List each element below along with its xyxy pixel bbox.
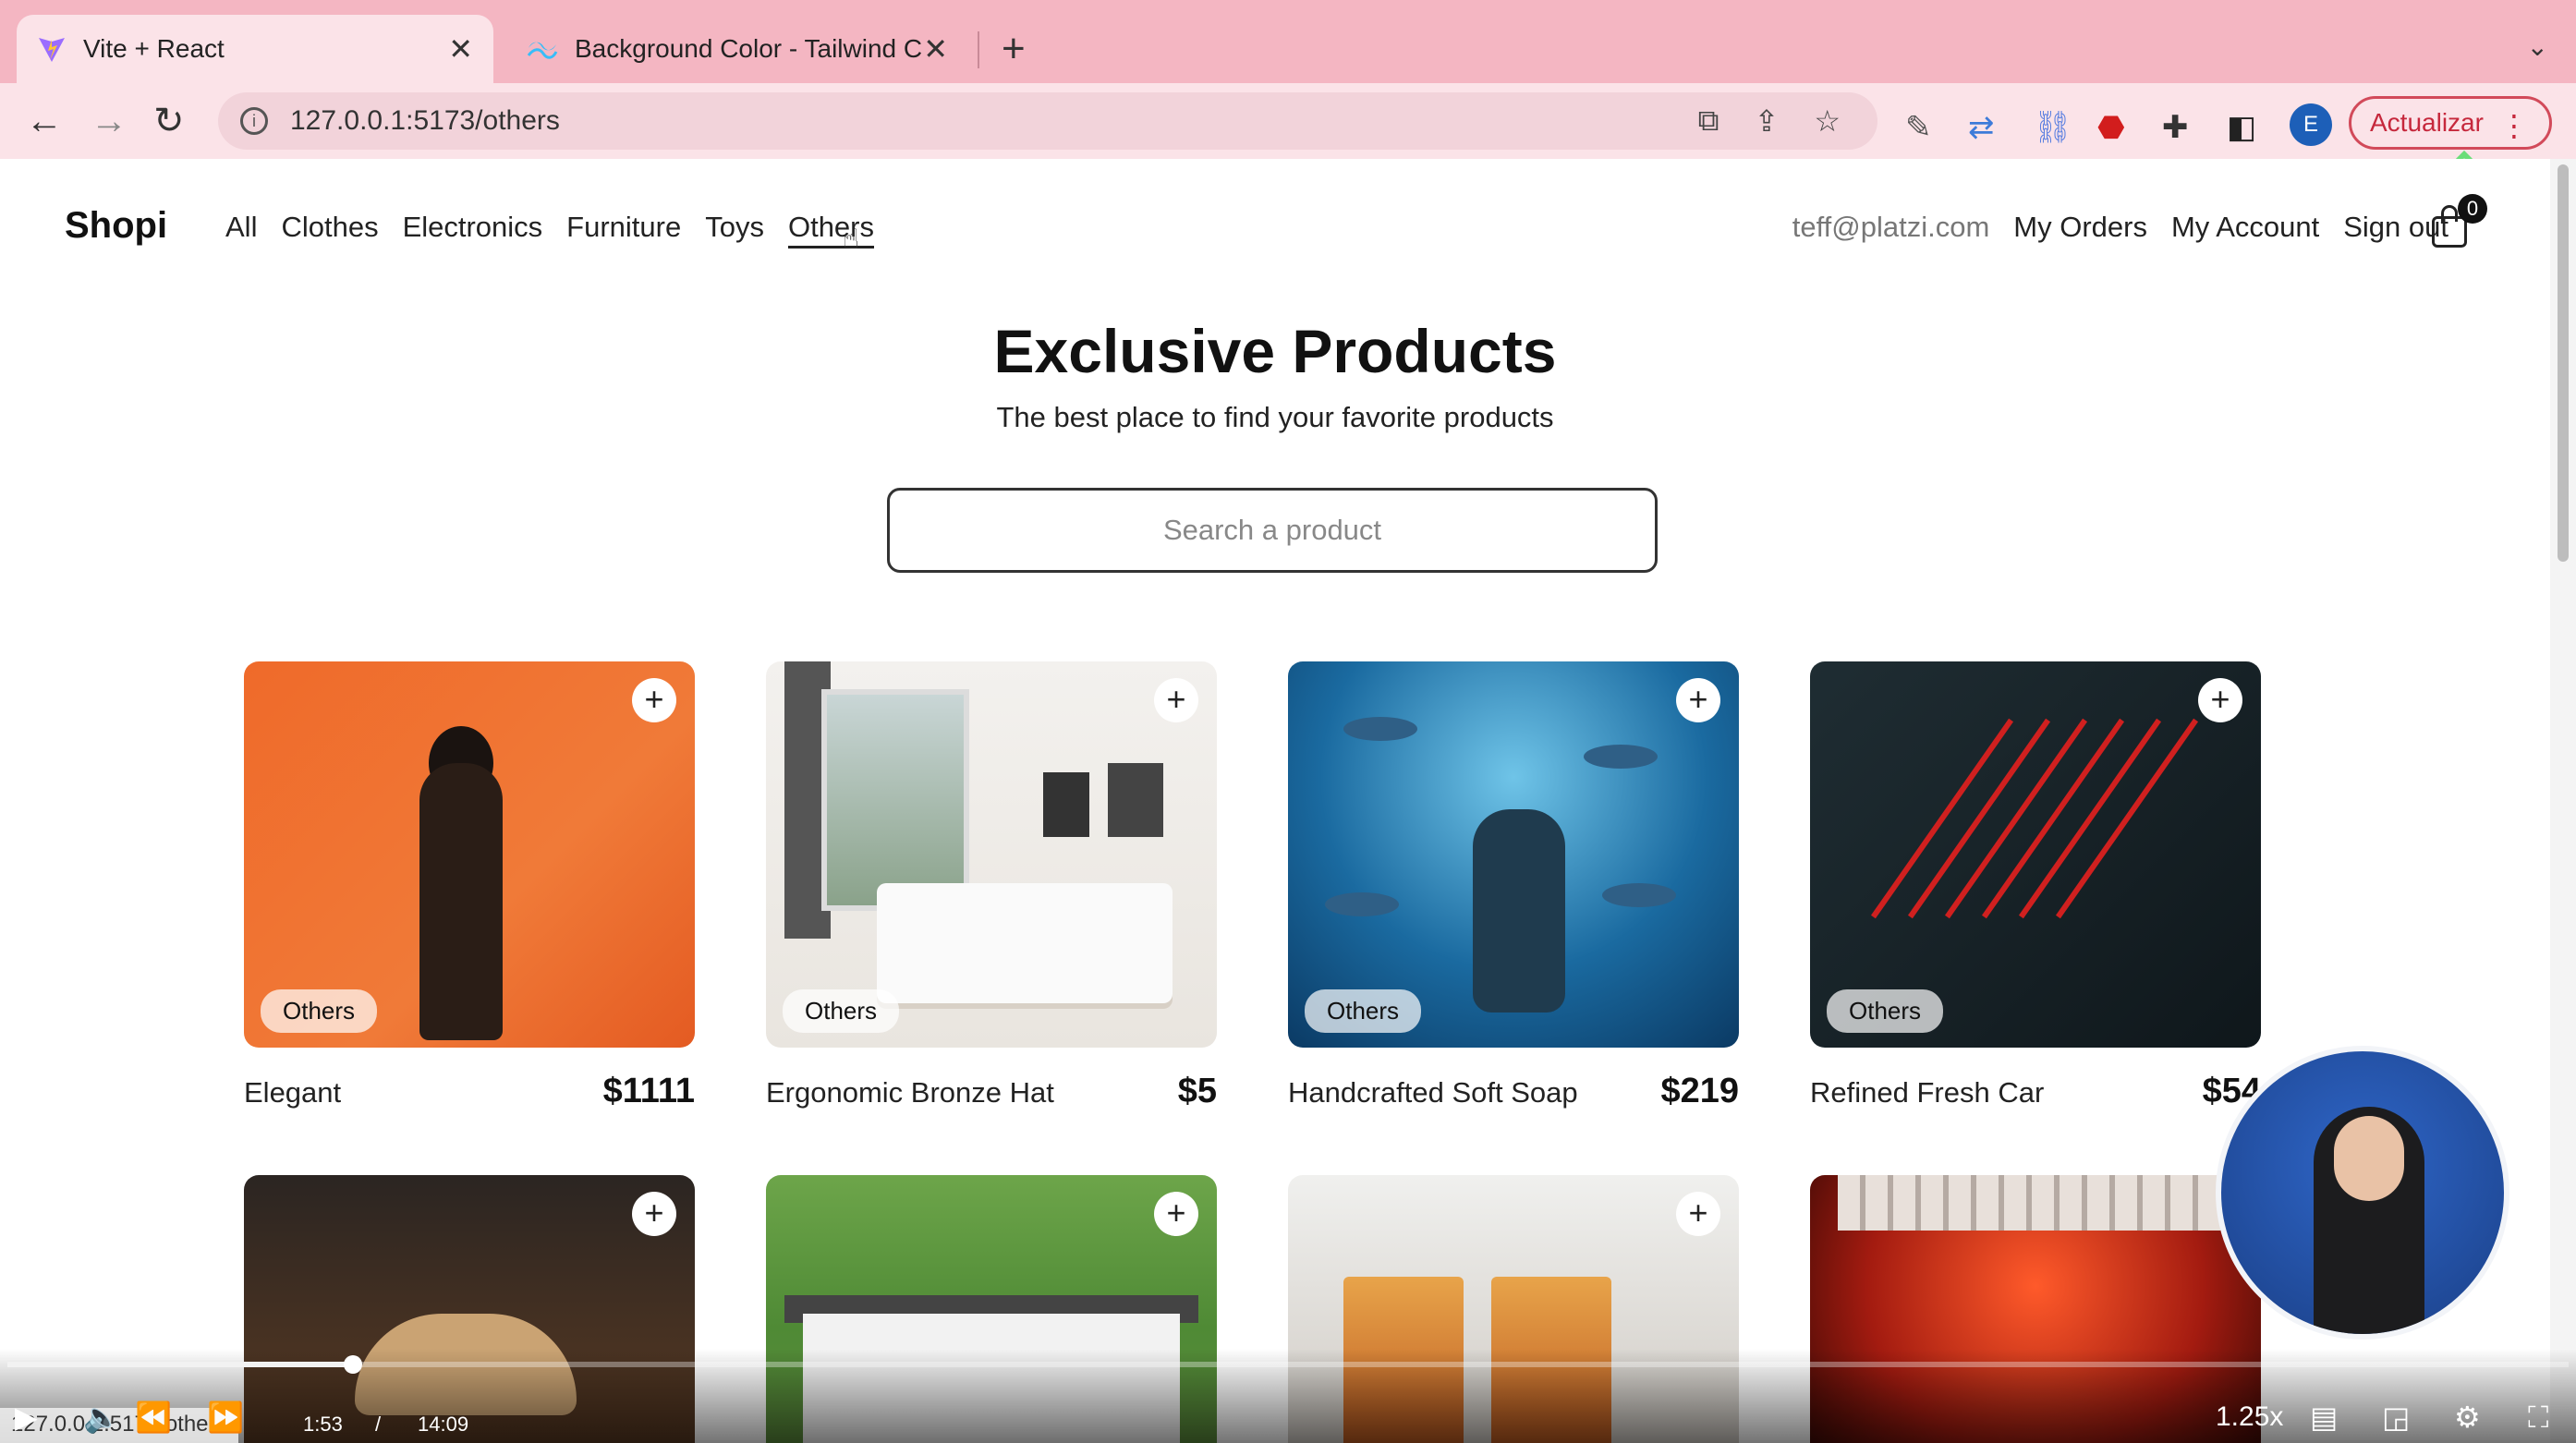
tab-background-color[interactable]: Background Color - Tailwind CSS ✕ <box>506 15 968 83</box>
user-email: teff@platzi.com <box>1792 211 1990 243</box>
bookmark-star-icon[interactable]: ☆ <box>1814 103 1841 139</box>
add-to-cart-plus-icon[interactable]: + <box>2198 678 2242 722</box>
time-separator: / <box>375 1413 382 1436</box>
back-arrow-icon[interactable]: ← <box>26 98 63 144</box>
add-to-cart-plus-icon[interactable]: + <box>1154 1192 1198 1236</box>
picture-in-picture-icon[interactable]: ◲ <box>2382 1399 2410 1436</box>
product-price: $1111 <box>602 1072 695 1110</box>
category-badge: Others <box>1827 989 1944 1033</box>
update-label: Actualizar <box>2370 108 2484 137</box>
close-tab-icon[interactable]: ✕ <box>923 31 948 67</box>
browser-tab-bar: Vite + React ✕ Background Color - Tailwi… <box>0 0 2576 83</box>
new-tab-icon[interactable]: + <box>1002 26 1026 72</box>
category-badge: Others <box>783 989 900 1033</box>
product-image[interactable]: + Others <box>766 661 1217 1048</box>
current-time: 1:53 <box>303 1413 343 1436</box>
add-to-cart-plus-icon[interactable]: + <box>632 678 676 722</box>
add-to-cart-plus-icon[interactable]: + <box>1154 678 1198 722</box>
adblock-extension-icon[interactable]: ⬣ <box>2097 109 2125 146</box>
site-info-icon[interactable]: i <box>240 107 268 135</box>
shopi-page: Shopi All Clothes Electronics Furniture … <box>0 159 2550 1443</box>
product-image[interactable]: + Others <box>244 661 695 1048</box>
captions-icon[interactable]: ▤ <box>2310 1399 2338 1436</box>
fullscreen-icon[interactable]: ⛶ <box>2528 1399 2548 1436</box>
nav-toys[interactable]: Toys <box>705 211 764 244</box>
category-badge: Others <box>1305 989 1422 1033</box>
product-card[interactable]: + Others Handcrafted Soft Soap $219 <box>1288 661 1739 1111</box>
product-name: Handcrafted Soft Soap <box>1288 1076 1578 1109</box>
translate-extension-icon[interactable]: ⇄ <box>1968 109 1995 146</box>
address-bar[interactable]: i 127.0.0.1:5173/others ⧉ ⇪ ☆ <box>218 92 1877 150</box>
add-to-cart-plus-icon[interactable]: + <box>1676 1192 1720 1236</box>
tab-title: Background Color - Tailwind CSS <box>575 34 924 63</box>
product-price: $219 <box>1660 1072 1739 1110</box>
tailwind-logo-icon <box>527 42 558 59</box>
link-extension-icon[interactable]: ⛓ <box>2033 109 2072 146</box>
address-bar-actions: ⧉ ⇪ ☆ <box>1698 103 1841 139</box>
page-title: Exclusive Products <box>993 317 1557 385</box>
product-image[interactable]: + Others <box>1810 661 2261 1048</box>
product-name: Elegant <box>244 1076 342 1109</box>
nav-my-account[interactable]: My Account <box>2171 211 2319 244</box>
forward-arrow-icon[interactable]: → <box>91 98 128 144</box>
nav-electronics[interactable]: Electronics <box>403 211 543 244</box>
page-subtitle: The best place to find your favorite pro… <box>996 401 1554 433</box>
screen: Vite + React ✕ Background Color - Tailwi… <box>0 0 2576 1443</box>
category-badge: Others <box>261 989 378 1033</box>
address-url[interactable]: 127.0.0.1:5173/others <box>290 105 560 137</box>
volume-icon[interactable]: 🔈 <box>83 1399 120 1436</box>
side-panel-icon[interactable]: ◧ <box>2227 109 2256 146</box>
translate-icon[interactable]: ⧉ <box>1698 103 1719 139</box>
add-to-cart-plus-icon[interactable]: + <box>632 1192 676 1236</box>
category-nav: All Clothes Electronics Furniture Toys O… <box>225 211 874 244</box>
vite-logo-icon <box>39 38 65 62</box>
tab-separator <box>978 31 979 68</box>
nav-clothes[interactable]: Clothes <box>281 211 378 244</box>
reload-icon[interactable]: ↻ <box>153 98 185 144</box>
nav-my-orders[interactable]: My Orders <box>2013 211 2147 244</box>
product-name: Refined Fresh Car <box>1810 1076 2045 1109</box>
tab-title: Vite + React <box>83 34 225 63</box>
cart-count-badge: 0 <box>2458 194 2487 224</box>
browser-toolbar: ← → ↻ i 127.0.0.1:5173/others ⧉ ⇪ ☆ ✎ ⇄ … <box>0 83 2576 222</box>
product-image[interactable]: + Others <box>1288 661 1739 1048</box>
page-scrollbar[interactable] <box>2550 159 2576 1443</box>
tab-search-chevron-icon[interactable]: ⌄ <box>2527 31 2548 62</box>
rewind-icon[interactable]: ⏪ <box>135 1399 172 1436</box>
pointer-cursor-icon: ☝ <box>843 224 860 255</box>
presenter-video-bubble <box>2216 1046 2509 1340</box>
playback-speed[interactable]: 1.25x <box>2216 1399 2283 1436</box>
play-icon[interactable]: ▶ <box>15 1399 38 1436</box>
search-input[interactable] <box>887 488 1658 573</box>
menu-dots-icon[interactable]: ⋮ <box>2499 108 2529 143</box>
close-tab-icon[interactable]: ✕ <box>448 31 473 67</box>
brand-logo[interactable]: Shopi <box>65 205 167 247</box>
nav-furniture[interactable]: Furniture <box>566 211 681 244</box>
share-icon[interactable]: ⇪ <box>1755 103 1780 139</box>
settings-gear-icon[interactable]: ⚙ <box>2454 1399 2481 1436</box>
duration: 14:09 <box>418 1413 469 1436</box>
product-name: Ergonomic Bronze Hat <box>766 1076 1054 1109</box>
product-price: $5 <box>1177 1072 1217 1110</box>
update-button[interactable]: Actualizar ⋮ <box>2349 96 2552 150</box>
product-card[interactable]: + Others Refined Fresh Car $54 <box>1810 661 2261 1111</box>
color-picker-extension-icon[interactable]: ✎ <box>1905 109 1932 146</box>
product-card[interactable]: + Others Elegant $1111 <box>244 661 695 1111</box>
product-card[interactable]: + Others Ergonomic Bronze Hat $5 <box>766 661 1217 1111</box>
account-nav: teff@platzi.com My Orders My Account Sig… <box>1792 211 2448 244</box>
tab-vite-react[interactable]: Vite + React ✕ <box>17 15 493 83</box>
nav-all[interactable]: All <box>225 211 257 244</box>
extensions-puzzle-icon[interactable]: ✚ <box>2162 109 2189 146</box>
add-to-cart-plus-icon[interactable]: + <box>1676 678 1720 722</box>
nav-others[interactable]: Others <box>788 211 874 244</box>
video-progress-bar[interactable] <box>7 1355 2569 1374</box>
fast-forward-icon[interactable]: ⏩ <box>207 1399 244 1436</box>
profile-avatar[interactable]: E <box>2290 103 2332 146</box>
